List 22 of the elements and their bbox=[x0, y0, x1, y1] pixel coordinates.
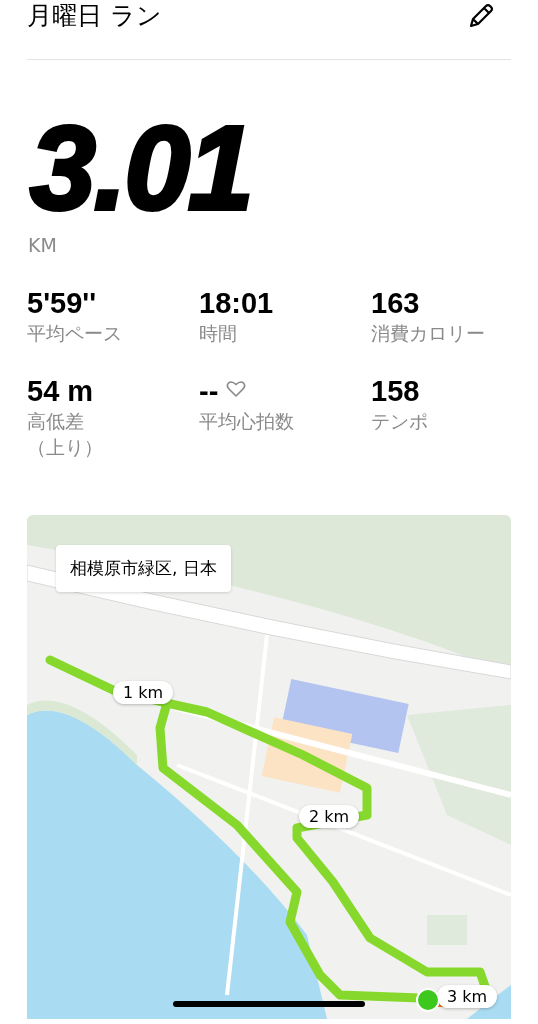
stat-label: （上り） bbox=[27, 435, 103, 460]
heart-icon bbox=[226, 380, 247, 398]
stat-value: -- bbox=[199, 374, 219, 408]
stat-label: 消費カロリー bbox=[371, 321, 485, 346]
stat-value: 18:01 bbox=[199, 286, 274, 320]
distance-marker: 3 km bbox=[437, 985, 498, 1008]
distance-unit: KM bbox=[28, 234, 57, 256]
stat-value: 54 m bbox=[27, 374, 94, 408]
stat-label: 平均ペース bbox=[27, 321, 122, 346]
location-label: 相模原市緑区, 日本 bbox=[56, 545, 231, 592]
stat-label: 時間 bbox=[199, 321, 237, 346]
workout-title: 月曜日 ラン bbox=[27, 0, 162, 32]
stat-label: テンポ bbox=[371, 409, 428, 434]
stat-value: 158 bbox=[371, 374, 420, 408]
edit-icon[interactable] bbox=[467, 2, 495, 30]
stat-label: 高低差 bbox=[27, 409, 84, 434]
distance-marker: 2 km bbox=[299, 805, 360, 828]
stat-value: 163 bbox=[371, 286, 420, 320]
stat-label: 平均心拍数 bbox=[199, 409, 294, 434]
distance-value: 3.01 bbox=[30, 112, 252, 224]
stat-value: 5'59'' bbox=[27, 286, 97, 320]
distance-marker: 1 km bbox=[113, 681, 174, 704]
